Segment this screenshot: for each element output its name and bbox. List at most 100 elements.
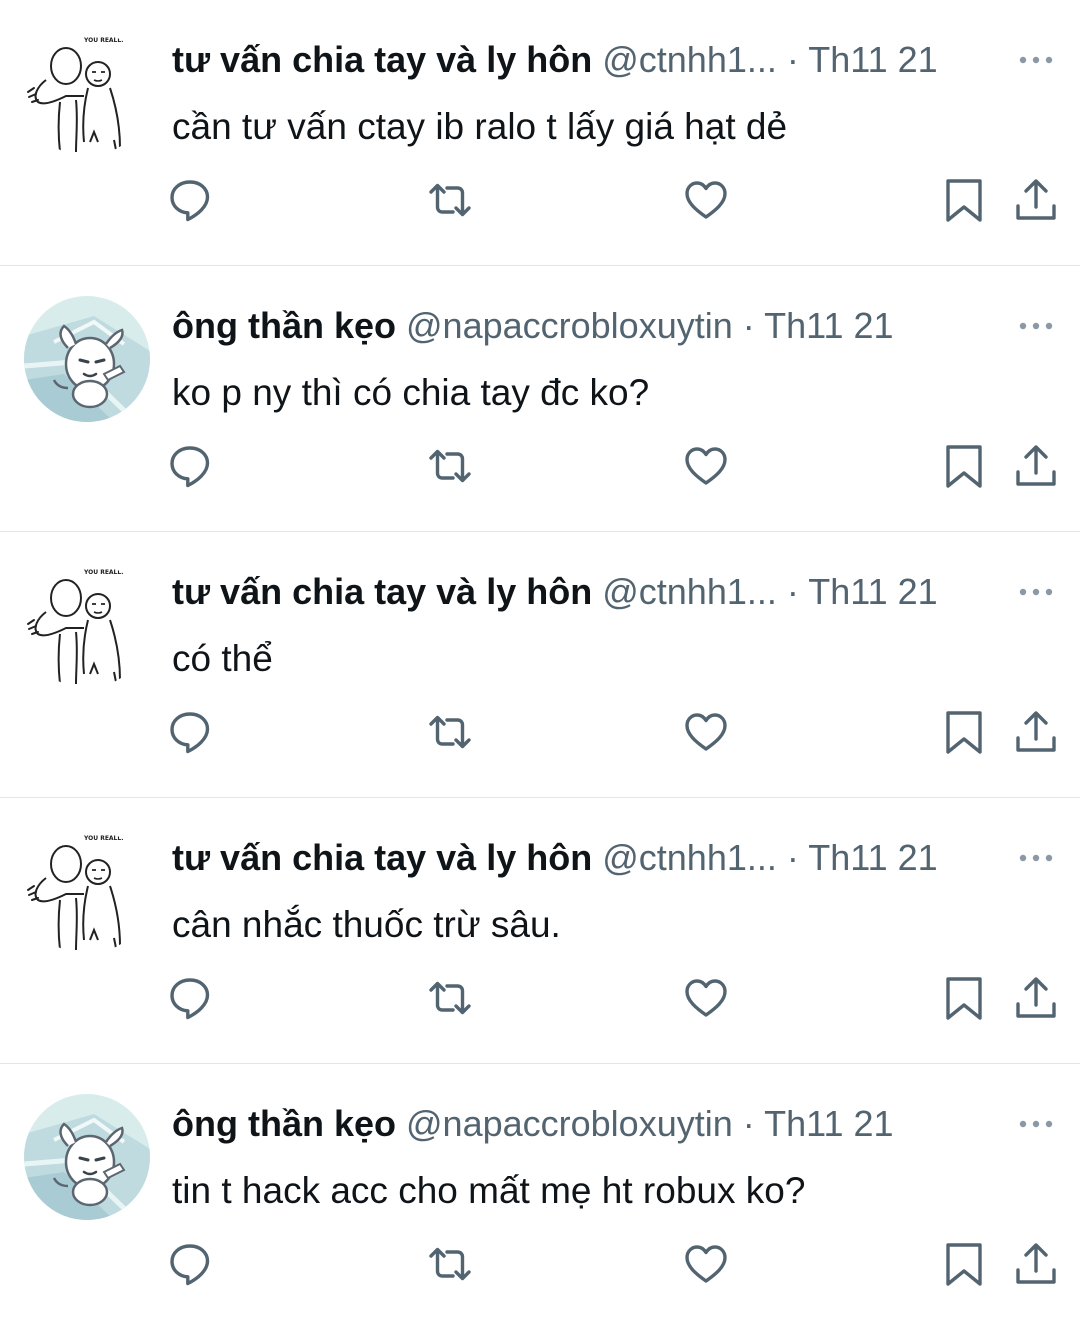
bookmark-button[interactable] [940, 1240, 988, 1288]
tweet-actions [0, 442, 1080, 494]
more-horizontal-icon [1019, 56, 1053, 64]
author-name[interactable]: ông thần kẹo [172, 305, 396, 346]
heart-icon [685, 979, 727, 1017]
share-button[interactable] [1012, 1240, 1060, 1288]
tweet[interactable]: ông thần kẹo @napaccrobloxuytin · Th11 2… [0, 266, 1080, 532]
retweet-icon [429, 981, 471, 1015]
avatar-caption: YOU REALLY [83, 835, 125, 842]
retweet-button[interactable] [426, 708, 474, 756]
tweet[interactable]: YOU REALLY tư vấn chia tay và ly hôn @ct… [0, 798, 1080, 1064]
bookmark-icon [946, 445, 982, 488]
retweet-button[interactable] [426, 176, 474, 224]
avatar[interactable]: YOU REALLY [24, 30, 150, 156]
retweet-button[interactable] [426, 1240, 474, 1288]
retweet-icon [429, 715, 471, 749]
like-button[interactable] [682, 176, 730, 224]
reply-icon [170, 446, 210, 488]
retweet-button[interactable] [426, 974, 474, 1022]
author-name[interactable]: ông thần kẹo [172, 1103, 396, 1144]
tweet-text: có thể [172, 638, 273, 679]
share-button[interactable] [1012, 176, 1060, 224]
share-icon [1016, 711, 1056, 752]
tweet-date[interactable]: Th11 21 [764, 305, 893, 346]
share-icon [1016, 179, 1056, 220]
author-handle[interactable]: @napaccrobloxuytin [406, 305, 733, 346]
more-horizontal-icon [1019, 588, 1053, 596]
avatar[interactable] [24, 1094, 150, 1220]
more-horizontal-icon [1019, 322, 1053, 330]
bookmark-icon [946, 711, 982, 754]
tweet-header: tư vấn chia tay và ly hôn @ctnhh1... · T… [172, 570, 970, 614]
bookmark-icon [946, 977, 982, 1020]
reply-icon [170, 180, 210, 222]
tweet-actions [0, 708, 1080, 760]
share-button[interactable] [1012, 708, 1060, 756]
meme-sketch-avatar-image: YOU REALLY [24, 30, 150, 156]
tweet-date[interactable]: Th11 21 [764, 1103, 893, 1144]
share-button[interactable] [1012, 974, 1060, 1022]
separator-dot: · [786, 39, 799, 80]
reply-button[interactable] [166, 1240, 214, 1288]
avatar[interactable]: YOU REALLY [24, 828, 150, 954]
author-name[interactable]: tư vấn chia tay và ly hôn [172, 837, 592, 878]
more-options-button[interactable] [1016, 306, 1056, 346]
author-handle[interactable]: @napaccrobloxuytin [406, 1103, 733, 1144]
avatar-caption: YOU REALLY [83, 37, 125, 44]
tweet-date[interactable]: Th11 21 [808, 571, 937, 612]
share-button[interactable] [1012, 442, 1060, 490]
tweet-date[interactable]: Th11 21 [808, 837, 937, 878]
more-options-button[interactable] [1016, 838, 1056, 878]
heart-icon [685, 447, 727, 485]
like-button[interactable] [682, 442, 730, 490]
bookmark-icon [946, 179, 982, 222]
tweet-actions [0, 176, 1080, 228]
share-icon [1016, 1243, 1056, 1284]
author-name[interactable]: tư vấn chia tay và ly hôn [172, 571, 592, 612]
reply-icon [170, 712, 210, 754]
bookmark-icon [946, 1243, 982, 1286]
like-button[interactable] [682, 974, 730, 1022]
like-button[interactable] [682, 1240, 730, 1288]
separator-dot: · [786, 837, 799, 878]
more-horizontal-icon [1019, 1120, 1053, 1128]
author-handle[interactable]: @ctnhh1... [602, 837, 777, 878]
more-options-button[interactable] [1016, 40, 1056, 80]
tweet-text: tin t hack acc cho mất mẹ ht robux ko? [172, 1170, 806, 1211]
reply-button[interactable] [166, 176, 214, 224]
cartoon-dog-avatar-image [24, 296, 150, 422]
share-icon [1016, 445, 1056, 486]
tweet-date[interactable]: Th11 21 [808, 39, 937, 80]
separator-dot: · [786, 571, 799, 612]
bookmark-button[interactable] [940, 442, 988, 490]
separator-dot: · [742, 1103, 755, 1144]
tweet-actions [0, 1240, 1080, 1292]
more-options-button[interactable] [1016, 572, 1056, 612]
tweet[interactable]: ông thần kẹo @napaccrobloxuytin · Th11 2… [0, 1064, 1080, 1330]
meme-sketch-avatar-image: YOU REALLY [24, 562, 150, 688]
tweet-header: ông thần kẹo @napaccrobloxuytin · Th11 2… [172, 1102, 970, 1146]
retweet-icon [429, 1247, 471, 1281]
tweet[interactable]: YOU REALLY tư vấn chia tay và ly hôn @ct… [0, 532, 1080, 798]
reply-button[interactable] [166, 708, 214, 756]
more-options-button[interactable] [1016, 1104, 1056, 1144]
tweet-header: ông thần kẹo @napaccrobloxuytin · Th11 2… [172, 304, 970, 348]
avatar-caption: YOU REALLY [83, 569, 125, 576]
avatar[interactable] [24, 296, 150, 422]
retweet-button[interactable] [426, 442, 474, 490]
bookmark-button[interactable] [940, 176, 988, 224]
bookmark-button[interactable] [940, 974, 988, 1022]
author-handle[interactable]: @ctnhh1... [602, 571, 777, 612]
tweet-header: tư vấn chia tay và ly hôn @ctnhh1... · T… [172, 38, 970, 82]
like-button[interactable] [682, 708, 730, 756]
bookmark-button[interactable] [940, 708, 988, 756]
heart-icon [685, 713, 727, 751]
reply-icon [170, 1244, 210, 1286]
avatar[interactable]: YOU REALLY [24, 562, 150, 688]
reply-button[interactable] [166, 442, 214, 490]
author-name[interactable]: tư vấn chia tay và ly hôn [172, 39, 592, 80]
reply-button[interactable] [166, 974, 214, 1022]
tweet[interactable]: YOU REALLY tư vấn chia tay và ly hôn @ct… [0, 0, 1080, 266]
author-handle[interactable]: @ctnhh1... [602, 39, 777, 80]
meme-sketch-avatar-image: YOU REALLY [24, 828, 150, 954]
separator-dot: · [742, 305, 755, 346]
